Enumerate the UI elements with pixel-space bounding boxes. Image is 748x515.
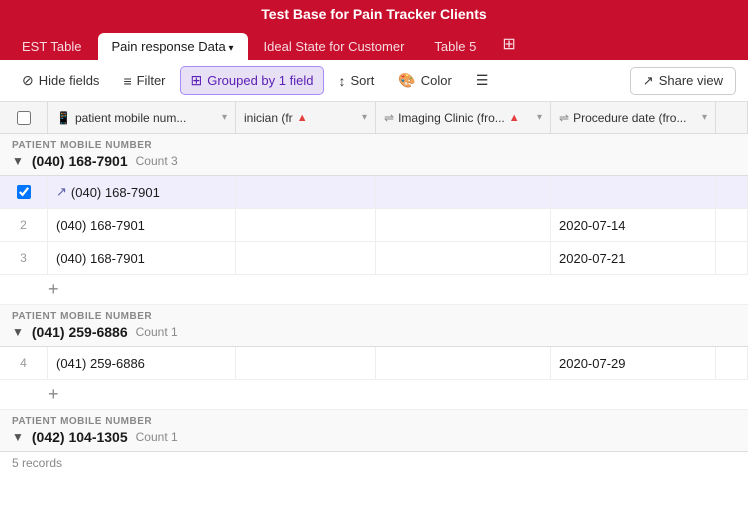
row-num-2: 2: [0, 209, 48, 241]
row-height-icon: ☰: [476, 72, 489, 89]
col-sort-icon-procedure: ▾: [702, 112, 707, 123]
group-toggle-2[interactable]: ▼: [12, 325, 24, 339]
tab-pain-response[interactable]: Pain response Data: [98, 33, 248, 60]
cell-clinician-2[interactable]: [236, 209, 376, 241]
select-all-checkbox[interactable]: [17, 111, 31, 125]
col-header-patient[interactable]: 📱 patient mobile num... ▾: [48, 102, 236, 133]
cell-patient-1[interactable]: ↗ (040) 168-7901: [48, 176, 236, 208]
table-row: 2 (040) 168-7901 2020-07-14: [0, 209, 748, 242]
color-icon: 🎨: [398, 72, 415, 89]
hide-fields-button[interactable]: ⊘ Hide fields: [12, 67, 109, 94]
sort-button[interactable]: ↕ Sort: [328, 68, 384, 94]
cell-extra-2: [716, 209, 748, 241]
cell-imaging-1[interactable]: [376, 176, 551, 208]
sort-icon: ↕: [338, 73, 345, 89]
cell-clinician-4[interactable]: [236, 347, 376, 379]
grouped-by-button[interactable]: ⊞ Grouped by 1 field: [180, 66, 325, 95]
toolbar: ⊘ Hide fields ≡ Filter ⊞ Grouped by 1 fi…: [0, 60, 748, 102]
group-count-1: Count 3: [136, 154, 178, 168]
group-header-2: PATIENT MOBILE NUMBER ▼ (041) 259-6886 C…: [0, 305, 748, 347]
table-row: 3 (040) 168-7901 2020-07-21: [0, 242, 748, 275]
group-icon: ⊞: [191, 72, 203, 89]
group-label-1: PATIENT MOBILE NUMBER: [12, 140, 736, 151]
col-sort-icon-patient: ▾: [222, 112, 227, 123]
col-header-imaging[interactable]: ⇌ Imaging Clinic (fro... ▲ ▾: [376, 102, 551, 133]
cell-procedure-3[interactable]: 2020-07-21: [551, 242, 716, 274]
table-wrapper: 📱 patient mobile num... ▾ inician (fr ▲ …: [0, 102, 748, 474]
add-row-group1[interactable]: +: [0, 275, 748, 305]
table-row: ↗ (040) 168-7901: [0, 176, 748, 209]
group-toggle-1[interactable]: ▼: [12, 154, 24, 168]
group-count-2: Count 1: [136, 325, 178, 339]
tab-table5[interactable]: Table 5: [420, 33, 490, 60]
cell-imaging-2[interactable]: [376, 209, 551, 241]
tab-est-table[interactable]: EST Table: [8, 33, 96, 60]
cell-procedure-1[interactable]: [551, 176, 716, 208]
cell-extra-1: [716, 176, 748, 208]
row-checkbox-1[interactable]: [17, 185, 31, 199]
link-icon-imaging: ⇌: [384, 111, 394, 125]
group-header-3: PATIENT MOBILE NUMBER ▼ (042) 104-1305 C…: [0, 410, 748, 452]
color-button[interactable]: 🎨 Color: [388, 67, 462, 94]
group-title-1: (040) 168-7901: [32, 153, 128, 169]
cell-procedure-2[interactable]: 2020-07-14: [551, 209, 716, 241]
row-height-button[interactable]: ☰: [466, 67, 499, 94]
title-text: Test Base for Pain Tracker Clients: [261, 6, 486, 22]
column-header-row: 📱 patient mobile num... ▾ inician (fr ▲ …: [0, 102, 748, 134]
expand-icon-1[interactable]: ↗: [56, 184, 67, 200]
cell-clinician-3[interactable]: [236, 242, 376, 274]
group-title-2: (041) 259-6886: [32, 324, 128, 340]
cell-patient-4[interactable]: (041) 259-6886: [48, 347, 236, 379]
col-header-extra: [716, 102, 748, 133]
warning-icon-clinician: ▲: [297, 112, 308, 124]
link-icon-procedure: ⇌: [559, 111, 569, 125]
filter-icon: ≡: [123, 73, 131, 89]
tab-bar: EST Table Pain response Data Ideal State…: [0, 28, 748, 60]
col-header-clinician[interactable]: inician (fr ▲ ▾: [236, 102, 376, 133]
group-count-3: Count 1: [136, 430, 178, 444]
table-row: 4 (041) 259-6886 2020-07-29: [0, 347, 748, 380]
warning-icon-imaging: ▲: [509, 112, 520, 124]
row-num-3: 3: [0, 242, 48, 274]
share-icon: ↗: [643, 73, 654, 89]
group-label-2: PATIENT MOBILE NUMBER: [12, 311, 736, 322]
footer-record-count: 5 records: [0, 452, 748, 474]
hide-fields-icon: ⊘: [22, 72, 34, 89]
cell-patient-2[interactable]: (040) 168-7901: [48, 209, 236, 241]
filter-button[interactable]: ≡ Filter: [113, 68, 175, 94]
group-label-3: PATIENT MOBILE NUMBER: [12, 416, 736, 427]
row-num-4: 4: [0, 347, 48, 379]
col-header-procedure[interactable]: ⇌ Procedure date (fro... ▾: [551, 102, 716, 133]
col-sort-icon-imaging: ▾: [537, 112, 542, 123]
group-header-1: PATIENT MOBILE NUMBER ▼ (040) 168-7901 C…: [0, 134, 748, 176]
cell-procedure-4[interactable]: 2020-07-29: [551, 347, 716, 379]
cell-patient-3[interactable]: (040) 168-7901: [48, 242, 236, 274]
cell-extra-4: [716, 347, 748, 379]
tab-ideal-state[interactable]: Ideal State for Customer: [250, 33, 419, 60]
col-sort-icon-clinician: ▾: [362, 112, 367, 123]
row-check-1[interactable]: [0, 176, 48, 208]
phone-icon: 📱: [56, 111, 71, 125]
cell-imaging-3[interactable]: [376, 242, 551, 274]
add-row-group2[interactable]: +: [0, 380, 748, 410]
title-bar: Test Base for Pain Tracker Clients: [0, 0, 748, 28]
add-table-button[interactable]: ⊞: [492, 28, 525, 60]
group-toggle-3[interactable]: ▼: [12, 430, 24, 444]
select-all-checkbox-cell[interactable]: [0, 102, 48, 133]
cell-imaging-4[interactable]: [376, 347, 551, 379]
cell-extra-3: [716, 242, 748, 274]
share-view-button[interactable]: ↗ Share view: [630, 67, 736, 95]
group-title-3: (042) 104-1305: [32, 429, 128, 445]
cell-clinician-1[interactable]: [236, 176, 376, 208]
